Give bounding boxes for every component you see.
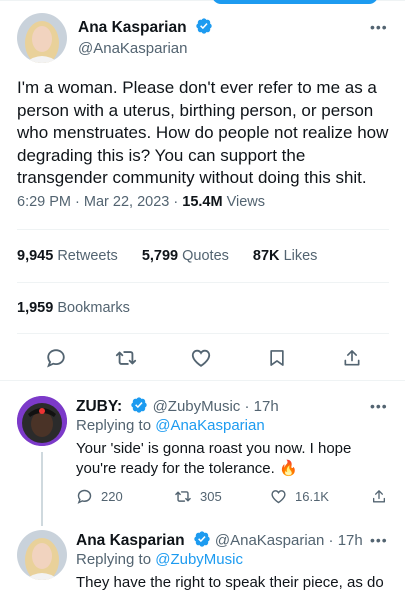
like-icon: [191, 349, 211, 367]
avatar[interactable]: [17, 530, 67, 580]
reply-text-content: Your 'side' is gonna roast you now. I ho…: [76, 440, 352, 477]
reply-header: Ana Kasparian @AnaKasparian · 17h: [76, 530, 363, 552]
reply-text: Your 'side' is gonna roast you now. I ho…: [76, 439, 391, 479]
fire-emoji: 🔥: [278, 460, 298, 477]
tweet-time[interactable]: 6:29 PM: [17, 194, 71, 210]
reply-icon: [47, 349, 65, 368]
reply-count: 220: [101, 489, 123, 504]
divider: [17, 282, 389, 283]
retweets-stat[interactable]: 9,945 Retweets: [17, 248, 118, 264]
retweet-count: 305: [200, 489, 222, 504]
divider: [17, 333, 389, 334]
bookmarks-stat[interactable]: 1,959 Bookmarks: [17, 300, 130, 316]
share-icon: [373, 490, 385, 503]
views-label: Views: [226, 194, 266, 210]
replying-to: Replying to @ZubyMusic: [76, 551, 243, 568]
share-button[interactable]: [337, 343, 367, 373]
like-icon: [271, 490, 286, 504]
more-icon[interactable]: •••: [370, 19, 388, 35]
author-name-row: Ana Kasparian: [78, 17, 213, 40]
reply-text: They have the right to speak their piece…: [76, 574, 384, 591]
avatar[interactable]: [17, 13, 67, 63]
retweet-icon: [175, 491, 191, 502]
thread-line: [41, 452, 43, 526]
like-count-button[interactable]: 16.1K: [270, 488, 329, 505]
reply-tweet[interactable]: ZUBY: @ZubyMusic · 17h ••• Replying to @…: [0, 396, 405, 526]
divider: [0, 380, 405, 381]
reply-button[interactable]: [41, 343, 71, 373]
likes-stat[interactable]: 87K Likes: [253, 248, 318, 264]
quotes-stat[interactable]: 5,799 Quotes: [142, 248, 229, 264]
retweet-icon: [115, 351, 137, 365]
engagement-stats: 9,945 Retweets 5,799 Quotes 87K Likes: [17, 248, 337, 264]
like-count: 16.1K: [295, 489, 329, 504]
reply-tweet[interactable]: Ana Kasparian @AnaKasparian · 17h ••• Re…: [0, 530, 405, 600]
author-handle[interactable]: @AnaKasparian: [78, 40, 187, 57]
replying-prefix: Replying to: [76, 551, 152, 568]
bookmarks-count: 1,959: [17, 300, 54, 316]
reply-header: ZUBY: @ZubyMusic · 17h: [76, 396, 279, 418]
author-name[interactable]: Ana Kasparian: [78, 19, 187, 36]
retweet-button[interactable]: [111, 343, 141, 373]
tweet-text: I'm a woman. Please don't ever refer to …: [17, 78, 389, 187]
meta-separator: ·: [173, 194, 179, 210]
like-button[interactable]: [186, 343, 216, 373]
views-count: 15.4M: [182, 194, 223, 210]
retweets-count: 9,945: [17, 248, 54, 264]
tweet-meta: 6:29 PM · Mar 22, 2023 · 15.4M Views: [17, 194, 265, 210]
tweet-action-bar: [0, 343, 405, 373]
author-handle[interactable]: @ZubyMusic: [153, 398, 241, 415]
likes-label: Likes: [283, 248, 318, 264]
divider: [17, 229, 389, 230]
avatar[interactable]: [17, 396, 67, 446]
share-button[interactable]: [371, 488, 395, 505]
reply-icon: [77, 489, 92, 504]
retweets-label: Retweets: [57, 248, 118, 264]
bookmark-button[interactable]: [262, 343, 292, 373]
reply-time[interactable]: · 17h: [329, 532, 363, 549]
quotes-label: Quotes: [182, 248, 229, 264]
bookmark-icon: [270, 350, 284, 366]
reply-time[interactable]: · 17h: [244, 398, 278, 415]
reply-count-button[interactable]: 220: [76, 488, 123, 505]
more-icon[interactable]: •••: [370, 532, 388, 548]
more-icon[interactable]: •••: [370, 398, 388, 414]
author-handle[interactable]: @AnaKasparian: [215, 532, 324, 549]
meta-separator: ·: [75, 194, 80, 210]
replying-to-link[interactable]: @ZubyMusic: [155, 551, 243, 568]
replying-to: Replying to @AnaKasparian: [76, 417, 265, 434]
verified-badge-icon: [130, 396, 148, 418]
top-strip: [0, 0, 405, 6]
verified-badge-icon: [195, 17, 213, 40]
follow-button-partial[interactable]: [212, 0, 378, 4]
tweet-date[interactable]: Mar 22, 2023: [84, 194, 169, 210]
likes-count: 87K: [252, 248, 280, 264]
author-name[interactable]: Ana Kasparian: [76, 532, 185, 549]
replying-prefix: Replying to: [76, 417, 152, 434]
bookmarks-label: Bookmarks: [57, 300, 130, 316]
quotes-count: 5,799: [141, 248, 179, 264]
retweet-count-button[interactable]: 305: [174, 488, 222, 505]
reply-metrics: 220 305 16.1K: [76, 488, 386, 510]
verified-badge-icon: [193, 530, 211, 552]
replying-to-link[interactable]: @AnaKasparian: [155, 417, 264, 434]
share-icon: [344, 350, 360, 366]
author-name[interactable]: ZUBY:: [76, 398, 122, 415]
